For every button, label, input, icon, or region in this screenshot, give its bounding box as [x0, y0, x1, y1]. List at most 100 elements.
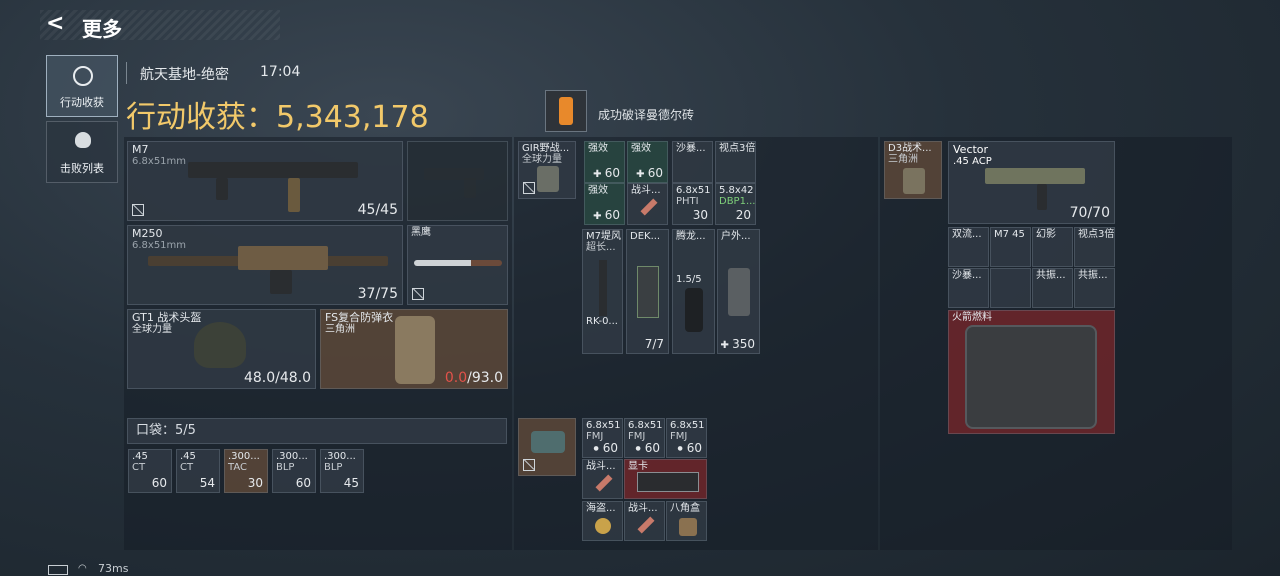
helmet-brand: 全球力量	[132, 324, 172, 335]
attachment-item[interactable]: M7 45	[990, 227, 1031, 267]
rig-item[interactable]: 战斗...	[627, 183, 668, 225]
weapon-name: M7	[132, 143, 149, 156]
item-name: 火箭燃料	[952, 312, 992, 323]
item-type: BLP	[276, 462, 295, 473]
machinegun-body	[238, 246, 328, 270]
item-name: 6.8x51	[676, 185, 711, 196]
rig-name: GIR野战...	[522, 143, 570, 154]
rig-tall-item[interactable]: DEK... 7/7	[626, 229, 669, 354]
rig-tall-item[interactable]: 户外... 350	[717, 229, 760, 354]
item-type: BLP	[324, 462, 343, 473]
helmet-durability: 48.0/48.0	[243, 370, 311, 386]
backpack-item[interactable]: 6.8x51FMJ60	[624, 418, 665, 458]
pocket-label: 口袋：	[136, 423, 176, 438]
helmet-slot[interactable]: GT1 战术头盔 全球力量 48.0/48.0	[127, 309, 316, 389]
item-name: 户外...	[721, 231, 751, 242]
item-name: 八角盒	[670, 503, 700, 514]
attachment-item[interactable]: 共振...	[1074, 268, 1115, 308]
fuel-canister-icon	[965, 325, 1097, 429]
helmet-icon	[194, 322, 246, 368]
unlock-icon	[523, 182, 535, 194]
item-name: 战斗...	[628, 503, 658, 514]
item-name: 共振...	[1036, 270, 1066, 281]
backpack-item[interactable]: 6.8x51FMJ60	[666, 418, 707, 458]
melee-slot[interactable]: 黑鹰	[407, 225, 508, 305]
syringe-icon	[640, 198, 658, 216]
armor-durability: 0.0/93.0	[445, 370, 503, 386]
item-name: 共振...	[1078, 270, 1108, 281]
backpack-item[interactable]: 战斗...	[624, 501, 665, 541]
map-name: 航天基地-绝密	[140, 67, 230, 83]
tab-loot[interactable]: 行动收获	[46, 55, 118, 117]
rig-item[interactable]: 强效 60	[584, 141, 625, 183]
item-name: .45	[132, 451, 148, 462]
weapon-slot-m250[interactable]: M250 6.8x51mm 37/75	[127, 225, 403, 305]
coin-icon	[595, 518, 611, 534]
attachment-item[interactable]: 幻影	[1032, 227, 1073, 267]
item-count: 60	[151, 476, 167, 490]
backpack-item[interactable]: 6.8x51FMJ60	[582, 418, 623, 458]
armor-slot[interactable]: FS复合防弹衣 三角洲 0.0/93.0	[320, 309, 508, 389]
weapon-name: M250	[132, 227, 163, 240]
scope-icon	[685, 288, 703, 332]
chest-rig-slot[interactable]: GIR野战... 全球力量	[518, 141, 576, 199]
backpack-item[interactable]: 海盗...	[582, 501, 623, 541]
item-name: M7 45	[994, 229, 1025, 240]
item-count: 30	[692, 208, 708, 222]
backpack-slot[interactable]	[518, 418, 576, 476]
weapon-slot-m7[interactable]: M7 6.8x51mm 45/45	[127, 141, 403, 221]
backpack-item[interactable]: 显卡	[624, 459, 707, 499]
item-count: 54	[199, 476, 215, 490]
pocket-item[interactable]: .45 CT 60	[128, 449, 172, 493]
pocket-count: 5/5	[175, 423, 196, 438]
attachment-item[interactable]: 共振...	[1032, 268, 1073, 308]
tab-kills-label: 击败列表	[60, 162, 104, 175]
tab-kills[interactable]: 击败列表	[46, 121, 118, 183]
item-name: 5.8x42	[719, 185, 754, 196]
rig-tall-item[interactable]: 腾龙... 1.5/5	[672, 229, 715, 354]
gpu-icon	[637, 472, 699, 492]
pocket-item[interactable]: .45 CT 54	[176, 449, 220, 493]
attachment-item[interactable]: 视点3倍	[1074, 227, 1115, 267]
item-name: 显卡	[628, 461, 648, 472]
attachment-item[interactable]	[990, 268, 1031, 308]
weapon-slot-pistol[interactable]	[407, 141, 508, 221]
armor-durability-current: 0.0	[444, 370, 468, 386]
pocket-item[interactable]: .300... BLP 45	[320, 449, 364, 493]
rig-item[interactable]: 强效 60	[584, 183, 625, 225]
item-name: 战斗...	[631, 185, 661, 196]
item-name: 腾龙...	[676, 231, 706, 242]
safe-item[interactable]: D3战术... 三角洲	[884, 141, 942, 199]
unlock-icon	[412, 288, 424, 300]
rifle-stock	[216, 178, 228, 200]
achievement-text: 成功破译曼德尔砖	[598, 108, 695, 122]
armor-name: FS复合防弹衣	[325, 311, 394, 324]
item-brand: 三角洲	[888, 154, 918, 165]
unlock-icon	[132, 204, 144, 216]
backpack-item[interactable]: 战斗...	[582, 459, 623, 499]
attachment-item[interactable]: 双流...	[948, 227, 989, 267]
item-name: DEK...	[630, 231, 661, 242]
attachment-item[interactable]: 沙暴...	[948, 268, 989, 308]
rig-tall-item[interactable]: M7堤风 超长... RK-0...	[582, 229, 623, 354]
skull-icon	[75, 132, 91, 148]
rig-item[interactable]: 视点3倍	[715, 141, 756, 183]
tab-loot-label: 行动收获	[60, 96, 104, 109]
item-name: 双流...	[952, 229, 982, 240]
rig-item[interactable]: 强效 60	[627, 141, 668, 183]
rig-item[interactable]: 6.8x51 PHTI 30	[672, 183, 713, 225]
pocket-item[interactable]: .300... TAC 30	[224, 449, 268, 493]
item-name: .300...	[228, 451, 260, 462]
item-type: CT	[180, 462, 194, 473]
back-button[interactable]: < 更多	[44, 11, 144, 41]
weapon-slot-vector[interactable]: Vector .45 ACP 70/70	[948, 141, 1115, 224]
rocket-fuel-item[interactable]: 火箭燃料	[948, 310, 1115, 434]
back-arrow-icon: <	[46, 11, 65, 36]
backpack-item[interactable]: 八角盒	[666, 501, 707, 541]
pocket-item[interactable]: .300... BLP 60	[272, 449, 316, 493]
rig-item[interactable]: 沙暴...	[672, 141, 713, 183]
machinegun-box	[270, 270, 292, 294]
rig-item[interactable]: 5.8x42 DBP1... 20	[715, 183, 756, 225]
item-name: 6.8x51	[586, 420, 621, 431]
ammo-count: 37/75	[357, 286, 398, 302]
